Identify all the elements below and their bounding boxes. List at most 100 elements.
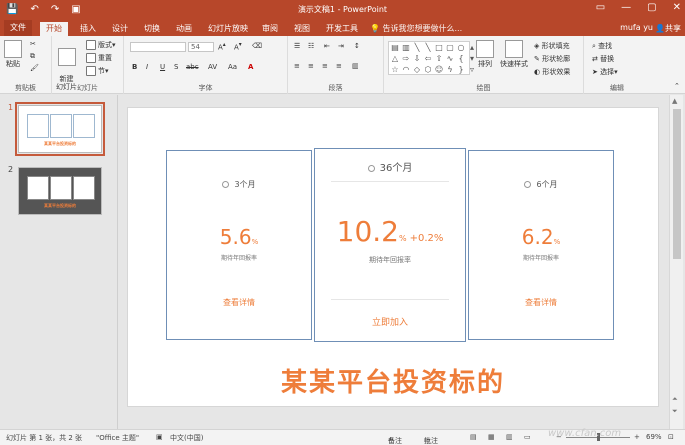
numbering-icon[interactable]: ☷ [308, 42, 314, 50]
bullets-icon[interactable]: ☰ [294, 42, 300, 50]
star-shape-icon[interactable]: ☆ [390, 65, 400, 75]
arrange-button[interactable]: 排列 [476, 40, 494, 69]
quick-styles-button[interactable]: 快速样式 [500, 40, 528, 69]
tab-animations[interactable]: 动画 [170, 22, 198, 36]
plan-card-6-months[interactable]: 6个月 6.2% 期待年回报率 查看详情 [468, 150, 614, 340]
triangle-shape-icon[interactable]: △ [390, 54, 400, 64]
arc-shape-icon[interactable]: ◠ [401, 65, 411, 75]
tell-me-search[interactable]: 💡 告诉我您想要做什么... [370, 23, 462, 34]
font-size-combo[interactable]: 54 [188, 42, 214, 52]
share-button[interactable]: 👤共享 [655, 23, 681, 34]
shadow-button[interactable]: S [174, 63, 178, 71]
shape-outline-button[interactable]: ✎ 形状轮廓 [534, 54, 570, 64]
textbox-vertical-shape-icon[interactable]: ▥ [401, 43, 411, 53]
arrow-up-shape-icon[interactable]: ⇧ [434, 54, 444, 64]
slideshow-icon[interactable]: ▭ [524, 433, 531, 441]
shrink-font-icon[interactable]: A▾ [234, 42, 242, 51]
line-spacing-icon[interactable]: ↕ [354, 42, 360, 50]
clear-format-icon[interactable]: ⌫ [252, 42, 262, 50]
slide-thumbnail-1[interactable]: 某某平台投资标的 [15, 102, 105, 156]
decrease-indent-icon[interactable]: ⇤ [324, 42, 330, 50]
callout-shape-icon[interactable]: ◇ [412, 65, 422, 75]
tab-developer[interactable]: 开发工具 [320, 22, 364, 36]
italic-button[interactable]: I [146, 63, 148, 71]
bold-button[interactable]: B [132, 63, 137, 71]
increase-indent-icon[interactable]: ⇥ [338, 42, 344, 50]
cut-icon[interactable]: ✂ [30, 40, 36, 48]
format-painter-icon[interactable]: 🖌 [30, 64, 39, 72]
line-shape-icon[interactable]: ╲ [412, 43, 422, 53]
smile-shape-icon[interactable]: ☺ [434, 65, 444, 75]
close-icon[interactable]: ✕ [673, 2, 681, 13]
curve-shape-icon[interactable]: ∿ [445, 54, 455, 64]
arrow-down-shape-icon[interactable]: ⇩ [412, 54, 422, 64]
fit-slide-icon[interactable]: ⊡ [668, 433, 674, 441]
rectangle-shape-icon[interactable]: □ [434, 43, 444, 53]
shapes-gallery[interactable]: ▤ ▥ ╲ ╲ □ ▢ ○ ▴ △ ⇨ ⇩ ⇦ ⇧ ∿ { ▾ ☆ ◠ ◇ ⬡ … [388, 41, 474, 75]
tab-file[interactable]: 文件 [4, 20, 32, 36]
arrow-left-shape-icon[interactable]: ⇦ [423, 54, 433, 64]
spacing-button[interactable]: AV [208, 63, 217, 71]
collapse-ribbon-icon[interactable]: ⌃ [674, 82, 680, 90]
maximize-icon[interactable]: ▢ [647, 2, 656, 13]
minimize-icon[interactable]: — [621, 2, 631, 13]
grow-font-icon[interactable]: A▴ [218, 42, 226, 51]
font-family-combo[interactable] [130, 42, 186, 52]
prev-slide-icon[interactable]: ⏶ [672, 395, 678, 404]
slide-sorter-icon[interactable]: ▦ [488, 433, 495, 441]
font-color-button[interactable]: A [248, 63, 253, 71]
change-case-button[interactable]: Aa [228, 63, 237, 71]
lightning-shape-icon[interactable]: ϟ [445, 65, 455, 75]
line-shape-icon[interactable]: ╲ [423, 43, 433, 53]
tab-transitions[interactable]: 切换 [138, 22, 166, 36]
shape-effects-button[interactable]: ◐ 形状效果 [534, 67, 570, 77]
hexagon-shape-icon[interactable]: ⬡ [423, 65, 433, 75]
user-name[interactable]: mufa yu [620, 23, 653, 32]
columns-icon[interactable]: ▥ [352, 62, 359, 70]
strikethrough-button[interactable]: abc [186, 63, 199, 71]
align-left-icon[interactable]: ≡ [294, 62, 300, 70]
plan-card-36-months[interactable]: 36个月 10.2% +0.2% 期待年回报率 立即加入 [314, 148, 466, 342]
view-details-link[interactable]: 查看详情 [469, 297, 613, 308]
copy-icon[interactable]: ⧉ [30, 52, 35, 61]
rounded-rectangle-shape-icon[interactable]: ▢ [445, 43, 455, 53]
zoom-in-icon[interactable]: + [634, 433, 640, 441]
brace-right-shape-icon[interactable]: } [456, 65, 466, 75]
replace-button[interactable]: ⇄ 替换 [592, 54, 614, 64]
scroll-up-icon[interactable]: ▲ [672, 97, 677, 105]
slide-thumbnail-2[interactable]: 某某平台投资标的 [18, 167, 102, 215]
tab-slideshow[interactable]: 幻灯片放映 [202, 22, 254, 36]
shape-fill-button[interactable]: ◈ 形状填充 [534, 41, 570, 51]
tab-home[interactable]: 开始 [40, 22, 68, 36]
tab-review[interactable]: 审阅 [256, 22, 284, 36]
scrollbar-thumb[interactable] [673, 109, 681, 259]
reset-button[interactable]: 重置 [86, 53, 112, 63]
section-button[interactable]: 节▾ [86, 66, 109, 76]
textbox-shape-icon[interactable]: ▤ [390, 43, 400, 53]
oval-shape-icon[interactable]: ○ [456, 43, 466, 53]
slide-canvas[interactable]: 3个月 5.6% 期待年回报率 查看详情 36个月 10.2% +0.2% 期待年… [127, 107, 659, 407]
justify-icon[interactable]: ≡ [336, 62, 342, 70]
layout-button[interactable]: 版式▾ [86, 40, 116, 50]
ribbon-display-icon[interactable]: ▭ [596, 2, 605, 13]
vertical-scrollbar[interactable]: ▲ ⏶ ⏷ [669, 95, 683, 429]
paste-button[interactable]: 粘贴 [4, 40, 22, 69]
slide-title[interactable]: 某某平台投资标的 [128, 362, 658, 399]
select-button[interactable]: ➤ 选择▾ [592, 67, 618, 77]
view-details-link[interactable]: 查看详情 [167, 297, 311, 308]
zoom-level[interactable]: 69% [646, 433, 662, 441]
next-slide-icon[interactable]: ⏷ [672, 407, 678, 416]
align-center-icon[interactable]: ≡ [308, 62, 314, 70]
reading-view-icon[interactable]: ▥ [506, 433, 513, 441]
arrow-right-shape-icon[interactable]: ⇨ [401, 54, 411, 64]
align-right-icon[interactable]: ≡ [322, 62, 328, 70]
tab-design[interactable]: 设计 [106, 22, 134, 36]
find-button[interactable]: ⌕ 查找 [592, 41, 612, 51]
language[interactable]: 中文(中国) [170, 433, 203, 443]
normal-view-icon[interactable]: ▤ [470, 433, 477, 441]
plan-card-3-months[interactable]: 3个月 5.6% 期待年回报率 查看详情 [166, 150, 312, 340]
tab-insert[interactable]: 插入 [74, 22, 102, 36]
spellcheck-icon[interactable]: ▣ [156, 433, 163, 441]
join-now-link[interactable]: 立即加入 [315, 315, 465, 328]
underline-button[interactable]: U [160, 63, 165, 71]
